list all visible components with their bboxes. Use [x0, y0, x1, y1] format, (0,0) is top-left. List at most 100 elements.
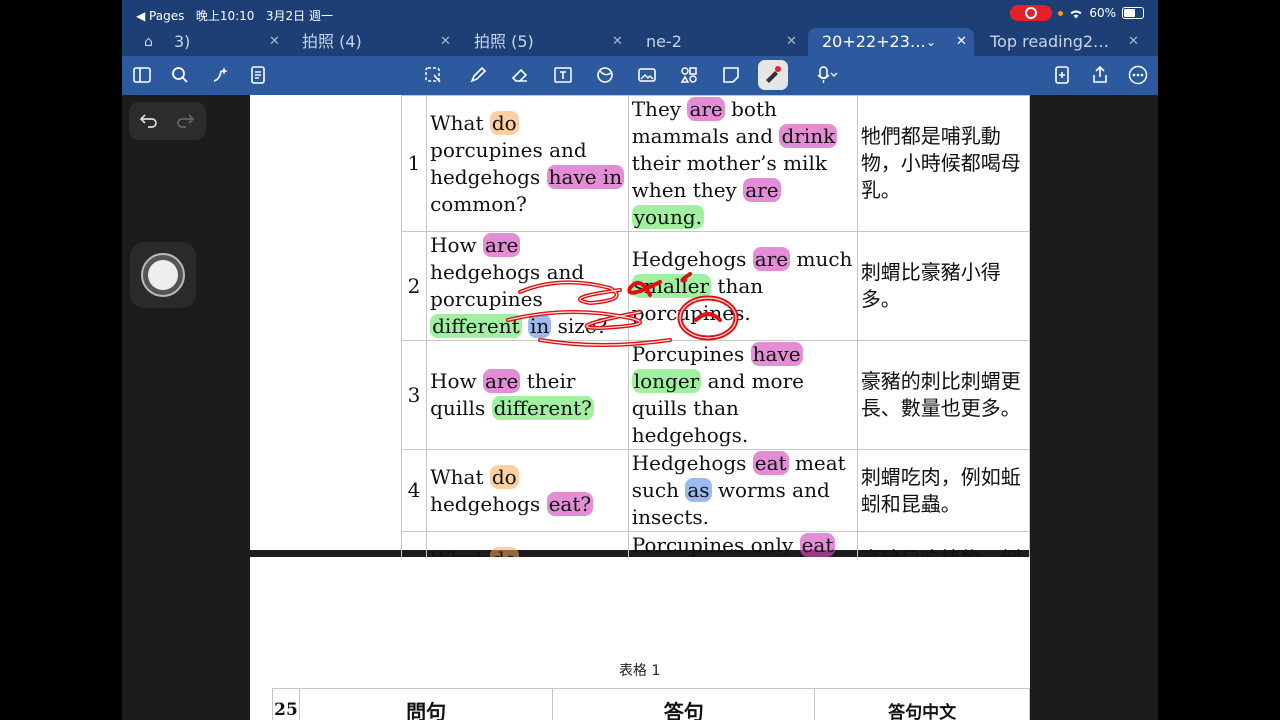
highlighted-word: do	[489, 110, 519, 135]
screen-recording-icon[interactable]	[1010, 5, 1053, 21]
battery-percent: 60%	[1089, 6, 1116, 20]
share-icon[interactable]	[1089, 64, 1111, 86]
tab-1[interactable]: ⌂ 3) ✕	[122, 28, 282, 56]
chinese-answer-cell: 豪豬的刺比刺蝟更長、數量也更多。	[856, 340, 1031, 450]
row-number: 4	[400, 449, 428, 532]
text-box-icon[interactable]	[552, 64, 574, 86]
undo-redo-panel	[129, 102, 206, 140]
shapes-icon[interactable]	[594, 64, 616, 86]
tab-2[interactable]: 拍照 (4) ✕	[288, 28, 452, 56]
highlighted-word: eat	[752, 451, 789, 475]
time: 晚上10:10	[195, 9, 255, 23]
chinese-answer-cell: 刺蝟吃肉，例如蚯蚓和昆蟲。	[856, 449, 1031, 532]
close-tab-icon[interactable]: ✕	[440, 28, 451, 56]
text-run: Porcupines only	[631, 533, 800, 557]
text-run: Hedgehogs	[631, 246, 753, 271]
highlighted-word: as	[685, 478, 712, 502]
chinese-answer-cell: 刺蝟比豪豬小得多。	[856, 231, 1031, 341]
mic-indicator-icon	[1058, 10, 1064, 16]
header-table: 25 問句 答句 答句中文	[272, 688, 1030, 720]
close-tab-icon[interactable]: ✕	[1128, 28, 1139, 56]
highlighted-word: are	[483, 233, 521, 257]
assistive-touch-button[interactable]	[130, 242, 196, 308]
red-ink-scribble	[506, 272, 739, 347]
highlighted-word: do	[489, 464, 519, 489]
table-row: 1 What do porcupines and hedgehogs have i…	[400, 95, 1031, 232]
header-answer: 答句	[552, 688, 816, 720]
more-options-icon[interactable]	[1127, 64, 1149, 86]
row-number: 1	[400, 95, 428, 232]
table-caption: 表格 1	[619, 663, 661, 679]
text-run: Hedgehogs	[631, 451, 753, 475]
tab-3[interactable]: 拍照 (5) ✕	[460, 28, 624, 56]
chevron-down-icon[interactable]: ⌄	[926, 28, 936, 56]
text-run: What	[430, 464, 490, 489]
document-page-1: 1 What do porcupines and hedgehogs have i…	[250, 95, 1031, 614]
header-answer-chinese: 答句中文	[814, 688, 1030, 720]
eraser-icon[interactable]	[509, 64, 531, 86]
back-to-app[interactable]: ◀ Pages	[136, 9, 184, 23]
highlighted-word: eat?	[546, 491, 594, 516]
status-right: 60%	[1010, 5, 1144, 21]
pen-icon[interactable]	[467, 64, 489, 86]
text-run: common?	[430, 191, 527, 216]
table-row: 4 What do hedgehogs eat? Hedgehogs eat mea…	[400, 449, 1031, 532]
sidebar-icon[interactable]	[131, 64, 153, 86]
chinese-answer-cell: 牠們都是哺乳動物，小時候都喝母乳。	[856, 95, 1031, 232]
text-run: How	[430, 369, 484, 393]
highlighted-word: have in	[546, 164, 625, 189]
highlighted-word: are	[687, 97, 725, 121]
highlighted-word: drink	[779, 124, 838, 148]
answer-cell: They are both mammals and drink their mo…	[627, 95, 858, 232]
tab-6[interactable]: Top reading2… ✕	[982, 28, 1152, 56]
row-number: 3	[400, 340, 428, 450]
status-left: ◀ Pages 晚上10:10 3月2日 週一	[136, 7, 333, 24]
undo-icon[interactable]	[139, 111, 159, 131]
close-tab-icon[interactable]: ✕	[269, 28, 280, 56]
highlighted-word: are	[743, 178, 781, 202]
header-num: 25	[272, 688, 300, 720]
sticky-note-icon[interactable]	[720, 64, 742, 86]
battery-icon	[1122, 7, 1144, 19]
toolbar	[122, 56, 1158, 95]
date: 3月2日 週一	[265, 9, 333, 23]
voice-dictation-icon[interactable]	[816, 64, 856, 86]
question-cell: What do porcupines and hedgehogs have in…	[426, 95, 629, 232]
answer-cell: Hedgehogs eat meat such as worms and ins…	[627, 449, 858, 532]
close-tab-icon[interactable]: ✕	[612, 28, 623, 56]
highlighted-word: different?	[491, 396, 594, 420]
tab-5-active[interactable]: 20+22+23… ⌄ ✕	[808, 28, 974, 56]
image-icon[interactable]	[636, 64, 658, 86]
wifi-icon	[1070, 10, 1082, 18]
add-page-icon[interactable]	[1051, 64, 1073, 86]
home-icon: ⌂	[144, 34, 153, 50]
text-run: much	[790, 246, 853, 271]
question-cell: What do hedgehogs eat?	[426, 449, 629, 532]
magic-sparkle-icon[interactable]	[209, 64, 231, 86]
document-page-2: 表格 1 25 問句 答句 答句中文	[250, 557, 1030, 720]
row-number: 2	[400, 231, 428, 341]
tab-bar: ⌂ 3) ✕ 拍照 (4) ✕ 拍照 (5) ✕ ne-2 ✕ 20+22+23…	[122, 28, 1158, 56]
elements-icon[interactable]	[678, 64, 700, 86]
ipad-screen: ◀ Pages 晚上10:10 3月2日 週一 60% ⌂ 3) ✕ 拍照 (4…	[122, 0, 1158, 720]
text-run: their mother’s milk when they	[631, 151, 827, 202]
status-bar: ◀ Pages 晚上10:10 3月2日 週一 60%	[122, 0, 1158, 28]
redo-icon[interactable]	[175, 111, 195, 131]
lasso-select-icon[interactable]	[422, 64, 444, 86]
highlighted-word: are	[483, 369, 521, 393]
text-run: hedgehogs	[430, 491, 547, 516]
document-list-icon[interactable]	[247, 64, 269, 86]
highlighted-word: young.	[631, 205, 704, 229]
highlighted-word: eat	[799, 533, 836, 557]
text-run: They	[631, 97, 688, 121]
laser-pointer-icon[interactable]	[762, 64, 784, 86]
highlighted-word: are	[752, 246, 791, 271]
highlighted-word: longer	[631, 369, 702, 393]
tab-4[interactable]: ne-2 ✕	[632, 28, 800, 56]
close-tab-icon[interactable]: ✕	[956, 28, 967, 56]
text-run: How	[430, 233, 484, 257]
search-icon[interactable]	[169, 64, 191, 86]
text-run: What	[430, 110, 490, 135]
header-question: 問句	[298, 688, 554, 720]
close-tab-icon[interactable]: ✕	[786, 28, 797, 56]
